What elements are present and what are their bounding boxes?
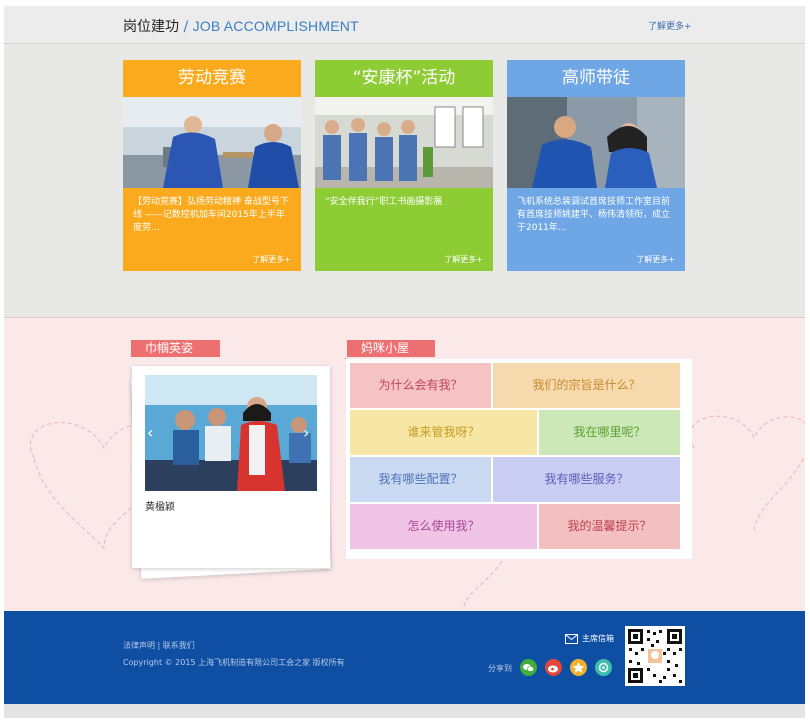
women-tag: 巾帼英姿 <box>131 340 220 357</box>
card-title: 高师带徒 <box>562 68 630 88</box>
card-summary: 飞机系统总装调试首席技师工作室目前有首席技师姚建平、杨伟清领衔，成立于2011年… <box>517 197 671 233</box>
photo-prev-arrow[interactable]: ‹ <box>147 423 153 442</box>
bottom-bar <box>4 704 805 718</box>
mom-item-configuration[interactable]: 我有哪些配置？ <box>350 457 491 502</box>
card-summary: 【劳动竞赛】弘扬劳动精神 奋战型号下线 ——记数控机加车间2015年上半年度劳.… <box>133 197 289 233</box>
card-title: “安康杯”活动 <box>352 68 456 88</box>
mom-item-where[interactable]: 我在哪里呢？ <box>539 410 680 455</box>
wechat-icon[interactable] <box>520 659 537 676</box>
mom-item-why-me[interactable]: 为什么会有我？ <box>350 363 491 408</box>
card-photo-mentor <box>507 97 685 188</box>
section-title-sep: / <box>179 19 193 35</box>
mom-item-label: 为什么会有我？ <box>378 378 463 392</box>
mom-item-label: 我的温馨提示？ <box>567 519 652 533</box>
card-ankang-cup[interactable]: “安康杯”活动 “安全伴我行”职工书画摄影展 了解更多+ <box>315 60 493 271</box>
qzone-icon[interactable] <box>570 659 587 676</box>
page: 岗位建功 / JOB ACCOMPLISHMENT 了解更多+ 劳动竞赛 【劳动… <box>4 6 805 718</box>
card-photo-exhibition <box>315 97 493 188</box>
mom-item-services[interactable]: 我有哪些服务？ <box>493 457 680 502</box>
mom-item-label: 谁来管我呀？ <box>407 425 480 439</box>
photo-next-arrow[interactable]: › <box>303 423 309 442</box>
more-link[interactable]: 了解更多+ <box>648 19 692 32</box>
mom-item-label: 我在哪里呢？ <box>573 425 646 439</box>
mom-item-tips[interactable]: 我的温馨提示？ <box>539 504 680 549</box>
job-section-header: 岗位建功 / JOB ACCOMPLISHMENT 了解更多+ <box>4 6 805 44</box>
card-labor-competition[interactable]: 劳动竞赛 【劳动竞赛】弘扬劳动精神 奋战型号下线 ——记数控机加车间2015年上… <box>123 60 301 271</box>
footer-links[interactable]: 法律声明 | 联系我们 <box>123 640 195 651</box>
section-title: 岗位建功 / JOB ACCOMPLISHMENT <box>123 16 359 36</box>
mom-item-label: 我有哪些配置？ <box>378 472 463 486</box>
card-summary: “安全伴我行”职工书画摄影展 <box>325 197 443 207</box>
mom-item-purpose[interactable]: 我们的宗旨是什么？ <box>493 363 680 408</box>
weibo-icon[interactable] <box>545 659 562 676</box>
mailbox-label: 主席信箱 <box>582 634 614 643</box>
job-section: 岗位建功 / JOB ACCOMPLISHMENT 了解更多+ 劳动竞赛 【劳动… <box>4 6 805 317</box>
women-and-mom-section: 巾帼英姿 ‹ › 黄楹颖 妈咪小屋 为什么会有我？ 我们的宗旨是什么？ 谁来管我… <box>4 317 805 612</box>
pengyou-icon[interactable] <box>595 659 612 676</box>
mom-room-grid: 为什么会有我？ 我们的宗旨是什么？ 谁来管我呀？ 我在哪里呢？ 我有哪些配置？ … <box>346 359 692 559</box>
card-more-link[interactable]: 了解更多+ <box>636 254 675 265</box>
mom-room-tag: 妈咪小屋 <box>347 340 435 357</box>
card-title: 劳动竞赛 <box>178 68 246 88</box>
card-more-link[interactable]: 了解更多+ <box>444 254 483 265</box>
mom-item-label: 我有哪些服务？ <box>544 472 629 486</box>
mom-item-label: 我们的宗旨是什么？ <box>532 378 641 392</box>
chairman-mailbox-link[interactable]: 主席信箱 <box>565 633 614 644</box>
mom-item-label: 怎么使用我？ <box>407 519 480 533</box>
mom-item-how-to-use[interactable]: 怎么使用我？ <box>350 504 537 549</box>
section-title-en: JOB ACCOMPLISHMENT <box>192 18 359 34</box>
mail-icon <box>565 633 578 644</box>
mom-item-who-manages[interactable]: 谁来管我呀？ <box>350 410 537 455</box>
section-title-cn: 岗位建功 <box>123 19 179 35</box>
footer-copyright: Copyright © 2015 上海飞机制造有限公司工会之家 版权所有 <box>123 658 345 667</box>
qr-code-image <box>625 626 685 686</box>
card-more-link[interactable]: 了解更多+ <box>252 254 291 265</box>
card-mentorship[interactable]: 高师带徒 飞机系统总装调试首席技师工作室目前有首席技师姚建平、杨伟清领衔，成立于… <box>507 60 685 271</box>
footer: 法律声明 | 联系我们 Copyright © 2015 上海飞机制造有限公司工… <box>4 611 805 704</box>
card-photo-workers <box>123 97 301 188</box>
women-photo-card: ‹ › 黄楹颖 <box>132 366 330 568</box>
women-photo <box>145 375 317 491</box>
share-label: 分享到 <box>488 664 512 673</box>
photo-caption: 黄楹颖 <box>145 502 175 513</box>
